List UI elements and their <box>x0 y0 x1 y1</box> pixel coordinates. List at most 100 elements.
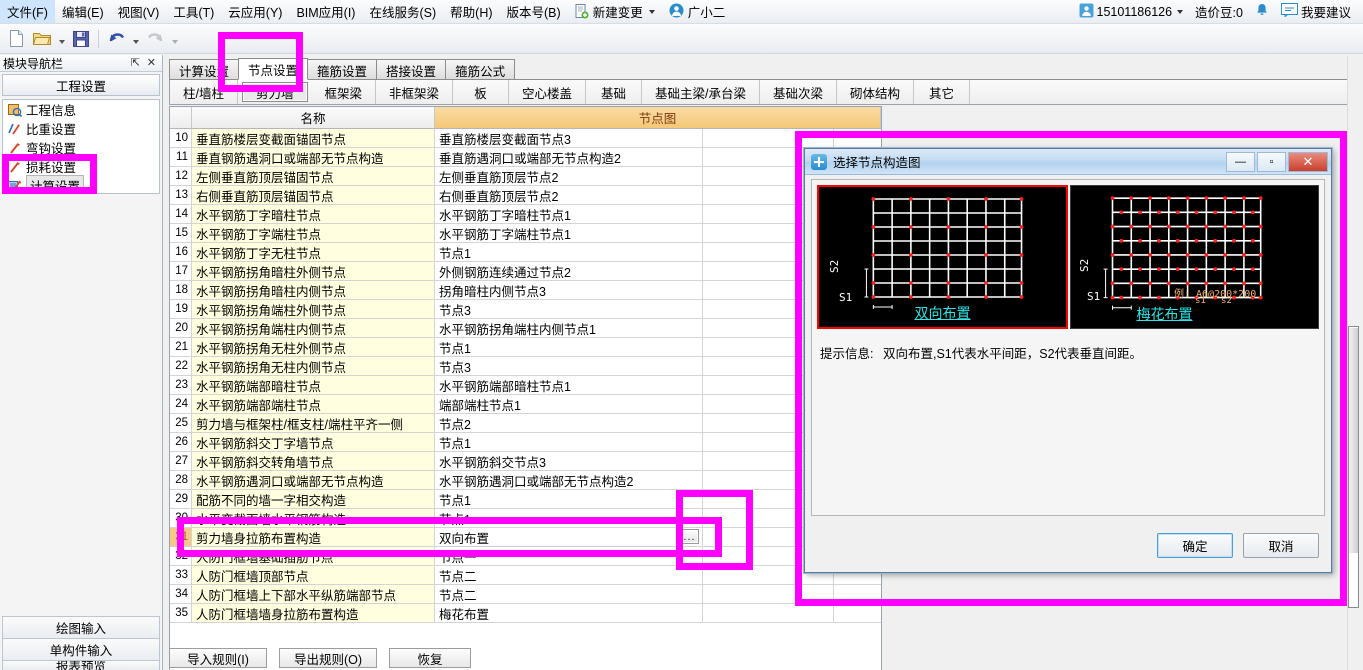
sidebar-item-report-preview[interactable]: 报表预览 <box>2 660 160 670</box>
sub-tab-hollow-floor[interactable]: 空心楼盖 <box>509 80 587 104</box>
row-name[interactable]: 垂直钢筋遇洞口或端部无节点构造 <box>192 148 435 166</box>
row-node-diagram[interactable]: 双向布置... <box>435 528 703 546</box>
table-row[interactable]: 15 水平钢筋丁字端柱节点 水平钢筋丁字端柱节点1 <box>170 224 881 243</box>
save-icon[interactable] <box>69 27 93 51</box>
tab-lap-settings[interactable]: 搭接设置 <box>376 59 447 80</box>
sidebar-item-single-component-input[interactable]: 单构件输入 <box>2 638 160 660</box>
table-row[interactable]: 35 人防门框墙墙身拉筋布置构造 梅花布置 <box>170 604 881 623</box>
sidebar-item-weight-settings[interactable]: 比重设置 <box>3 119 159 138</box>
node-settings-table[interactable]: 名称 节点图 10 垂直筋楼层变截面锚固节点 垂直筋楼层变截面节点3 11 垂直钢筋遇洞… <box>169 106 882 670</box>
sidebar-section-project-settings[interactable]: 工程设置 <box>2 74 160 96</box>
row-node-diagram[interactable]: 节点一 <box>435 547 703 565</box>
sub-tab-foundation-main-beam[interactable]: 基础主梁/承台梁 <box>642 80 761 104</box>
table-row[interactable]: 20 水平钢筋拐角端柱内侧节点 水平钢筋拐角端柱内侧节点1 <box>170 319 881 338</box>
table-row[interactable]: 28 水平钢筋遇洞口或端部无节点构造 水平钢筋遇洞口或端部无节点构造2 <box>170 471 881 490</box>
row-node-diagram[interactable]: 节点2 <box>435 414 703 432</box>
row-node-diagram[interactable]: 节点3 <box>435 300 703 318</box>
table-row[interactable]: 13 右侧垂直筋顶层锚固节点 右侧垂直筋顶层节点2 <box>170 186 881 205</box>
row-name[interactable]: 水平钢筋拐角无柱内侧节点 <box>192 357 435 375</box>
row-name[interactable]: 水平钢筋拐角端柱内侧节点 <box>192 319 435 337</box>
tab-stirrup-settings[interactable]: 箍筋设置 <box>307 59 378 80</box>
menu-item-file[interactable]: 文件(F) <box>0 0 55 23</box>
row-name[interactable]: 水平钢筋丁字端柱节点 <box>192 224 435 242</box>
menu-item-version[interactable]: 版本号(B) <box>500 0 568 23</box>
row-node-diagram[interactable]: 水平钢筋丁字端柱节点1 <box>435 224 703 242</box>
menu-item-online-service[interactable]: 在线服务(S) <box>362 0 443 23</box>
row-node-diagram[interactable]: 梅花布置 <box>435 604 703 622</box>
table-row[interactable]: 26 水平钢筋斜交丁字墙节点 节点1 <box>170 433 881 452</box>
diagram-option-bidirectional[interactable]: S2 S1 双向布置 <box>817 185 1068 329</box>
row-node-diagram[interactable]: 节点二 <box>435 585 703 603</box>
menu-item-view[interactable]: 视图(V) <box>111 0 167 23</box>
table-row[interactable]: 11 垂直钢筋遇洞口或端部无节点构造 垂直筋遇洞口或端部无节点构造2 <box>170 148 881 167</box>
row-name[interactable]: 水平钢筋端部暗柱节点 <box>192 376 435 394</box>
import-rules-button[interactable]: 导入规则(I) <box>169 648 267 668</box>
undo-dropdown[interactable] <box>130 27 141 51</box>
notification-button[interactable] <box>1251 2 1273 22</box>
row-name[interactable]: 水平钢筋拐角端柱外侧节点 <box>192 300 435 318</box>
row-node-diagram[interactable]: 端部端柱节点1 <box>435 395 703 413</box>
table-row[interactable]: 16 水平钢筋丁字无柱节点 节点1 <box>170 243 881 262</box>
tab-calc-settings[interactable]: 计算设置 <box>169 59 240 80</box>
row-node-diagram[interactable]: 外侧钢筋连续通过节点2 <box>435 262 703 280</box>
new-change-button[interactable]: 新建变更 <box>568 0 662 23</box>
row-node-diagram[interactable]: 水平钢筋拐角端柱内侧节点1 <box>435 319 703 337</box>
pin-icon[interactable]: ⇱ <box>131 56 140 69</box>
row-name[interactable]: 人防门框墙上下部水平纵筋端部节点 <box>192 585 435 603</box>
row-name[interactable]: 水平钢筋斜交丁字墙节点 <box>192 433 435 451</box>
maximize-button[interactable]: ▫ <box>1257 151 1286 172</box>
row-name[interactable]: 水平钢筋拐角暗柱内侧节点 <box>192 281 435 299</box>
row-name[interactable]: 水平钢筋遇洞口或端部无节点构造 <box>192 471 435 489</box>
open-folder-dropdown[interactable] <box>56 27 67 51</box>
menu-item-bim[interactable]: BIM应用(I) <box>289 0 362 23</box>
row-node-diagram[interactable]: 垂直筋遇洞口或端部无节点构造2 <box>435 148 703 166</box>
row-name[interactable]: 水平钢筋斜交转角墙节点 <box>192 452 435 470</box>
row-node-diagram[interactable]: 左侧垂直筋顶层节点2 <box>435 167 703 185</box>
menu-item-help[interactable]: 帮助(H) <box>443 0 499 23</box>
row-name[interactable]: 配筋不同的墙一字相交构造 <box>192 490 435 508</box>
sub-tab-masonry[interactable]: 砌体结构 <box>837 80 915 104</box>
row-name[interactable]: 人防门框墙基础插筋节点 <box>192 547 435 565</box>
sub-tab-shear-wall[interactable]: 剪力墙 <box>241 82 308 102</box>
window-scroll-thumb[interactable] <box>1349 328 1358 553</box>
table-row[interactable]: 32 人防门框墙基础插筋节点 节点一 <box>170 547 881 566</box>
cancel-button[interactable]: 取消 <box>1243 533 1319 558</box>
sub-tab-other[interactable]: 其它 <box>914 80 971 104</box>
row-node-diagram[interactable]: 节点1 <box>435 243 703 261</box>
table-row[interactable]: 22 水平钢筋拐角无柱内侧节点 节点3 <box>170 357 881 376</box>
table-row[interactable]: 19 水平钢筋拐角端柱外侧节点 节点3 <box>170 300 881 319</box>
sidebar-item-drawing-input[interactable]: 绘图输入 <box>2 616 160 638</box>
table-row[interactable]: 18 水平钢筋拐角暗柱内侧节点 拐角暗柱内侧节点3 <box>170 281 881 300</box>
sidebar-item-calc-settings[interactable]: 计算设置 <box>3 175 159 193</box>
table-row[interactable]: 29 配筋不同的墙一字相交构造 节点1 <box>170 490 881 509</box>
table-row[interactable]: 14 水平钢筋丁字暗柱节点 水平钢筋丁字暗柱节点1 <box>170 205 881 224</box>
row-name[interactable]: 水平钢筋丁字暗柱节点 <box>192 205 435 223</box>
undo-icon[interactable] <box>104 27 128 51</box>
row-node-diagram[interactable]: 节点3 <box>435 357 703 375</box>
sub-tab-slab[interactable]: 板 <box>453 80 510 104</box>
table-row[interactable]: 17 水平钢筋拐角暗柱外侧节点 外侧钢筋连续通过节点2 <box>170 262 881 281</box>
row-node-diagram[interactable]: 水平钢筋丁字暗柱节点1 <box>435 205 703 223</box>
row-name[interactable]: 右侧垂直筋顶层锚固节点 <box>192 186 435 204</box>
sub-tab-column-wall[interactable]: 柱/墙柱 <box>170 80 238 104</box>
suggestion-button[interactable]: 我要建议 <box>1277 1 1355 22</box>
row-name[interactable]: 水平变截面墙水平钢筋构造 <box>192 509 435 527</box>
row-node-diagram[interactable]: 拐角暗柱内侧节点3 <box>435 281 703 299</box>
row-name[interactable]: 人防门框墙墙身拉筋布置构造 <box>192 604 435 622</box>
row-node-diagram[interactable]: 节点1 <box>435 338 703 356</box>
table-row[interactable]: 33 人防门框墙顶部节点 节点二 <box>170 566 881 585</box>
row-node-diagram[interactable]: 水平钢筋遇洞口或端部无节点构造2 <box>435 471 703 489</box>
table-row[interactable]: 12 左侧垂直筋顶层锚固节点 左侧垂直筋顶层节点2 <box>170 167 881 186</box>
menu-item-tools[interactable]: 工具(T) <box>166 0 221 23</box>
row-name[interactable]: 人防门框墙顶部节点 <box>192 566 435 584</box>
diagram-option-quincunx[interactable]: S2 S1 例: A6@200*200 s1 s2 梅花布置 <box>1070 185 1319 329</box>
sidebar-item-project-info[interactable]: 工程信息 <box>3 100 159 119</box>
row-node-diagram[interactable]: 垂直筋楼层变截面节点3 <box>435 129 703 147</box>
ok-button[interactable]: 确定 <box>1157 533 1233 558</box>
table-row[interactable]: 31 剪力墙身拉筋布置构造 双向布置... <box>170 528 881 547</box>
tab-node-settings[interactable]: 节点设置 <box>238 58 309 80</box>
tab-stirrup-formula[interactable]: 箍筋公式 <box>445 59 516 80</box>
table-row[interactable]: 30 水平变截面墙水平钢筋构造 节点1 <box>170 509 881 528</box>
dialog-title-bar[interactable]: 选择节点构造图 — ▫ ✕ <box>805 149 1331 175</box>
sidebar-item-hook-settings[interactable]: 弯钩设置 <box>3 138 159 157</box>
